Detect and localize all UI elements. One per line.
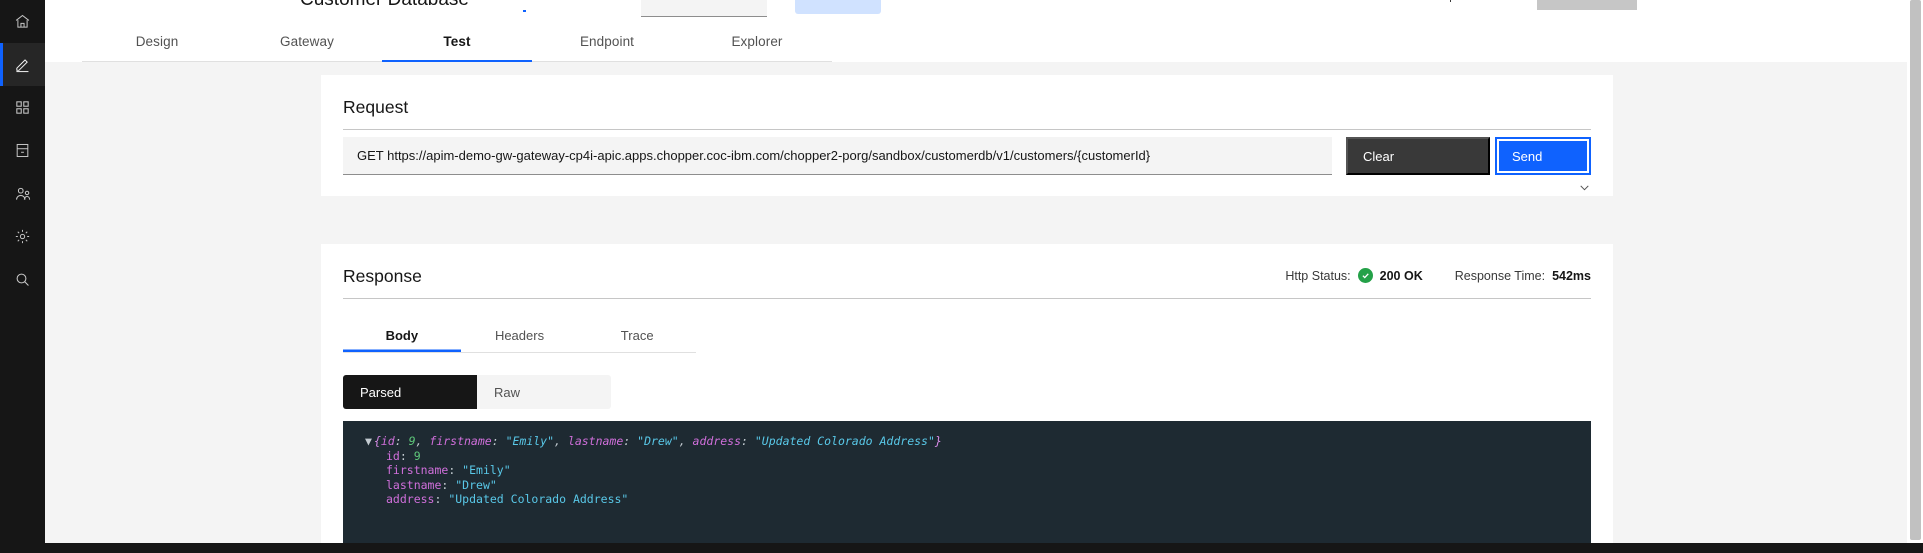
json-summary-comma-0: , [415,434,430,448]
tab-gateway[interactable]: Gateway [232,22,382,62]
tab-endpoint[interactable]: Endpoint [532,22,682,62]
home-icon [14,13,31,30]
header-tab-underline [523,10,526,12]
header-account-chip[interactable] [1537,0,1637,10]
tab-headers[interactable]: Headers [461,319,579,352]
json-sep-1: : [448,463,463,477]
page-title: Customer Database [300,0,469,11]
send-button-wrapper: Send [1495,137,1591,175]
tab-body[interactable]: Body [343,319,461,352]
json-summary-key-firstname: firstname [429,434,492,448]
request-url-row: GET https://apim-demo-gw-gateway-cp4i-ap… [343,137,1591,175]
grid-icon [14,99,31,116]
response-time-value: 542ms [1552,268,1591,283]
json-summary-value-address: "Updated Colorado Address" [754,434,935,448]
json-row: address: "Updated Colorado Address" [365,492,1591,507]
request-url-input[interactable]: GET https://apim-demo-gw-gateway-cp4i-ap… [343,137,1332,175]
sidebar-item-settings[interactable] [0,215,45,258]
request-panel: Request GET https://apim-demo-gw-gateway… [321,75,1613,196]
send-button[interactable]: Send [1495,137,1591,175]
tab-trace[interactable]: Trace [578,319,696,352]
response-time-label: Response Time: [1454,268,1546,283]
json-key-lastname: lastname [386,477,442,492]
json-value-lastname: "Drew" [455,477,497,492]
app-header-partial: Customer Database [45,0,1907,22]
header-primary-button[interactable] [795,0,881,14]
format-parsed-button[interactable]: Parsed [343,375,477,409]
json-summary-sep-0: : [394,434,409,448]
json-summary-value-firstname: "Emily" [505,434,555,448]
left-nav-rail [0,0,45,553]
request-expand-chevron-icon[interactable] [1578,181,1591,199]
json-summary-value-lastname: "Drew" [637,434,679,448]
json-sep-0: : [399,448,414,463]
http-status-value: 200 OK [1379,268,1423,283]
people-icon [14,185,32,203]
primary-tabs: Design Gateway Test Endpoint Explorer [45,22,1907,62]
json-close-brace: } [934,434,942,448]
json-key-address: address [386,492,435,506]
http-status-label: Http Status: [1285,268,1351,283]
json-summary-comma-2: , [678,434,693,448]
json-summary-sep-2: : [623,434,638,448]
json-key-id: id [386,448,400,463]
json-sep-2: : [441,477,456,492]
json-summary-key-address: address [692,434,742,448]
json-sep-3: : [434,492,449,506]
application-window: Customer Database [0,0,1923,553]
header-icon-a[interactable] [1450,0,1451,2]
sidebar-item-apps[interactable] [0,86,45,129]
json-summary-value-id: 9 [408,434,416,448]
scrollbar-thumb[interactable] [1910,0,1921,540]
json-row: lastname: "Drew" [365,478,1591,493]
request-heading: Request [343,75,1591,130]
body-format-toggle: Parsed Raw [343,375,611,409]
bottom-edge-strip [0,543,1923,553]
triangle-down-icon[interactable]: ▼ [365,434,372,448]
json-summary-key-id: id [380,434,395,448]
tab-design[interactable]: Design [82,22,232,62]
json-value-address: "Updated Colorado Address" [448,492,629,506]
clear-button[interactable]: Clear [1346,137,1490,175]
response-panel: Response Http Status: 200 OK Response Ti… [321,244,1613,553]
gear-icon [14,228,31,245]
sidebar-item-search[interactable] [0,258,45,301]
json-summary-key-lastname: lastname [567,434,624,448]
check-circle-icon [1357,268,1373,283]
json-value-firstname: "Emily" [462,463,511,477]
response-body-viewer[interactable]: ▼ {id: 9, firstname: "Emily", lastname: "… [343,421,1591,543]
pencil-icon [14,56,31,73]
response-tabs: Body Headers Trace [343,319,696,353]
sidebar-item-members[interactable] [0,172,45,215]
format-raw-button[interactable]: Raw [477,375,611,409]
json-key-firstname: firstname [386,463,449,477]
drawer-icon [14,142,31,159]
sidebar-item-catalog[interactable] [0,129,45,172]
json-row: id: 9 [365,449,1591,464]
tabs-filler [832,22,1907,62]
search-icon [14,271,31,288]
json-value-id: 9 [413,448,421,463]
json-row: firstname: "Emily" [365,463,1591,478]
json-summary-sep-3: : [741,434,755,448]
header-search-field[interactable] [641,0,767,17]
sidebar-item-home[interactable] [0,0,45,43]
main-content: Design Gateway Test Endpoint Explorer Re… [45,22,1907,553]
json-summary-comma-1: , [554,434,568,448]
json-open-brace: { [373,434,381,448]
page-scrollbar[interactable] [1907,0,1923,553]
response-status-bar: Http Status: 200 OK Response Time: 542ms [1285,268,1591,283]
sidebar-item-design[interactable] [0,43,45,86]
json-summary-sep-1: : [491,434,506,448]
json-summary-line[interactable]: ▼ {id: 9, firstname: "Emily", lastname: "… [365,434,1591,449]
tab-explorer[interactable]: Explorer [682,22,832,62]
tab-test[interactable]: Test [382,22,532,62]
